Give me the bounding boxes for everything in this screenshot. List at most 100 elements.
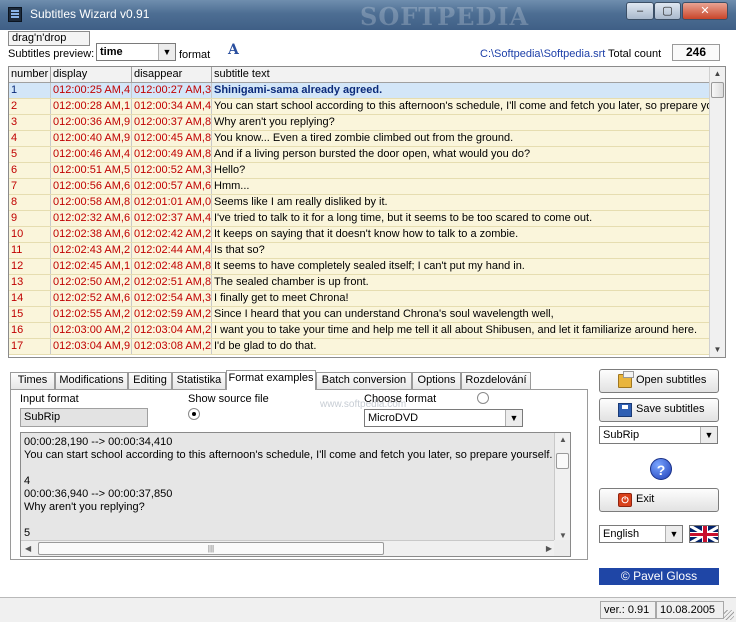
row-disappear-time[interactable]: 012:02:51 AM,8 [132,275,212,290]
preview-format-select[interactable]: time ▼ [96,43,176,61]
scroll-down-arrow-icon[interactable]: ▼ [710,343,725,357]
scroll-down-arrow-icon[interactable]: ▼ [559,531,567,540]
chevron-down-icon[interactable]: ▼ [158,44,175,60]
row-number[interactable]: 10 [9,227,51,242]
row-subtitle-text[interactable]: You know... Even a tired zombie climbed … [212,131,711,146]
row-display-time[interactable]: 012:02:38 AM,6 [51,227,132,242]
row-display-time[interactable]: 012:03:00 AM,2 [51,323,132,338]
table-row[interactable]: 8 012:00:58 AM,8 012:01:01 AM,0 Seems like … [9,195,711,211]
chevron-down-icon[interactable]: ▼ [665,526,682,542]
table-row[interactable]: 5 012:00:46 AM,4 012:00:49 AM,8 And if a li… [9,147,711,163]
close-button[interactable]: ✕ [682,2,728,20]
choose-format-radio[interactable] [477,392,489,404]
grid-vertical-scrollbar[interactable]: ▲ ▼ [709,67,725,357]
row-disappear-time[interactable]: 012:02:54 AM,3 [132,291,212,306]
row-disappear-time[interactable]: 012:03:08 AM,2 [132,339,212,354]
row-display-time[interactable]: 012:00:28 AM,1 [51,99,132,114]
scroll-thumb[interactable] [711,82,724,98]
tab-times[interactable]: Times [10,372,55,389]
table-row[interactable]: 3 012:00:36 AM,9 012:00:37 AM,8 Why aren't … [9,115,711,131]
column-header-subtitle-text[interactable]: subtitle text [212,67,711,83]
row-display-time[interactable]: 012:02:55 AM,2 [51,307,132,322]
row-number[interactable]: 12 [9,259,51,274]
row-disappear-time[interactable]: 012:00:34 AM,4 [132,99,212,114]
scroll-left-arrow-icon[interactable]: ◀ [25,544,31,553]
table-row[interactable]: 17 012:03:04 AM,9 012:03:08 AM,2 I'd be gla… [9,339,711,355]
output-format-select[interactable]: SubRip ▼ [599,426,718,444]
drag-drop-area[interactable]: drag'n'drop [8,31,90,46]
show-source-radio[interactable] [188,408,200,420]
scroll-up-arrow-icon[interactable]: ▲ [710,67,725,81]
maximize-button[interactable]: ▢ [654,2,681,20]
row-disappear-time[interactable]: 012:03:04 AM,2 [132,323,212,338]
help-icon[interactable]: ? [650,458,672,480]
row-disappear-time[interactable]: 012:00:52 AM,3 [132,163,212,178]
scroll-right-arrow-icon[interactable]: ▶ [546,544,552,553]
row-subtitle-text[interactable]: Hello? [212,163,711,178]
open-subtitles-button[interactable]: Open subtitles [599,369,719,393]
row-number[interactable]: 1 [9,83,51,98]
row-number[interactable]: 6 [9,163,51,178]
row-display-time[interactable]: 012:02:50 AM,2 [51,275,132,290]
row-disappear-time[interactable]: 012:00:57 AM,6 [132,179,212,194]
row-subtitle-text[interactable]: It seems to have completely sealed itsel… [212,259,711,274]
row-display-time[interactable]: 012:00:25 AM,4 [51,83,132,98]
row-subtitle-text[interactable]: I'd be glad to do that. [212,339,711,354]
chevron-down-icon[interactable]: ▼ [700,427,717,443]
row-disappear-time[interactable]: 012:02:44 AM,4 [132,243,212,258]
chevron-down-icon[interactable]: ▼ [505,410,522,426]
table-row[interactable]: 7 012:00:56 AM,6 012:00:57 AM,6 Hmm... [9,179,711,195]
tab-statistika[interactable]: Statistika [172,372,226,389]
table-row[interactable]: 9 012:02:32 AM,6 012:02:37 AM,4 I've tried … [9,211,711,227]
source-vscroll-thumb[interactable] [556,453,569,469]
row-number[interactable]: 13 [9,275,51,290]
row-number[interactable]: 14 [9,291,51,306]
table-row[interactable]: 15 012:02:55 AM,2 012:02:59 AM,2 Since I he… [9,307,711,323]
row-display-time[interactable]: 012:00:58 AM,8 [51,195,132,210]
row-display-time[interactable]: 012:02:43 AM,2 [51,243,132,258]
row-display-time[interactable]: 012:00:40 AM,9 [51,131,132,146]
row-number[interactable]: 17 [9,339,51,354]
row-subtitle-text[interactable]: Shinigami-sama already agreed. [212,83,711,98]
row-disappear-time[interactable]: 012:00:27 AM,3 [132,83,212,98]
row-number[interactable]: 15 [9,307,51,322]
exit-button[interactable]: ⏻ Exit [599,488,719,512]
row-subtitle-text[interactable]: Why aren't you replying? [212,115,711,130]
row-disappear-time[interactable]: 012:01:01 AM,0 [132,195,212,210]
source-vertical-scrollbar[interactable]: ▲ ▼ [554,433,570,542]
row-subtitle-text[interactable]: Is that so? [212,243,711,258]
row-number[interactable]: 3 [9,115,51,130]
row-display-time[interactable]: 012:02:52 AM,6 [51,291,132,306]
row-display-time[interactable]: 012:00:56 AM,6 [51,179,132,194]
table-row[interactable]: 12 012:02:45 AM,1 012:02:48 AM,8 It seems t… [9,259,711,275]
row-number[interactable]: 9 [9,211,51,226]
table-row[interactable]: 4 012:00:40 AM,9 012:00:45 AM,8 You know...… [9,131,711,147]
row-subtitle-text[interactable]: Hmm... [212,179,711,194]
row-disappear-time[interactable]: 012:02:48 AM,8 [132,259,212,274]
column-header-display[interactable]: display [51,67,132,83]
tab-modifications[interactable]: Modifications [55,372,128,389]
table-row[interactable]: 13 012:02:50 AM,2 012:02:51 AM,8 The sealed… [9,275,711,291]
row-disappear-time[interactable]: 012:00:49 AM,8 [132,147,212,162]
row-number[interactable]: 8 [9,195,51,210]
row-disappear-time[interactable]: 012:00:37 AM,8 [132,115,212,130]
source-horizontal-scrollbar[interactable]: ◀ ||| ▶ [21,540,556,556]
table-row[interactable]: 10 012:02:38 AM,6 012:02:42 AM,2 It keeps o… [9,227,711,243]
row-subtitle-text[interactable]: I've tried to talk to it for a long time… [212,211,711,226]
row-number[interactable]: 4 [9,131,51,146]
row-display-time[interactable]: 012:02:45 AM,1 [51,259,132,274]
row-subtitle-text[interactable]: I want you to take your time and help me… [212,323,711,338]
row-disappear-time[interactable]: 012:02:59 AM,2 [132,307,212,322]
table-row[interactable]: 11 012:02:43 AM,2 012:02:44 AM,4 Is that so… [9,243,711,259]
tab-rozdelov-n-[interactable]: Rozdelování [461,372,531,389]
column-header-number[interactable]: number [9,67,51,83]
tab-format-examples[interactable]: Format examples [226,370,316,390]
row-number[interactable]: 11 [9,243,51,258]
table-row[interactable]: 14 012:02:52 AM,6 012:02:54 AM,3 I finally … [9,291,711,307]
row-disappear-time[interactable]: 012:00:45 AM,8 [132,131,212,146]
row-subtitle-text[interactable]: Seems like I am really disliked by it. [212,195,711,210]
row-subtitle-text[interactable]: It keeps on saying that it doesn't know … [212,227,711,242]
row-subtitle-text[interactable]: I finally get to meet Chrona! [212,291,711,306]
row-disappear-time[interactable]: 012:02:42 AM,2 [132,227,212,242]
row-subtitle-text[interactable]: You can start school according to this a… [212,99,711,114]
